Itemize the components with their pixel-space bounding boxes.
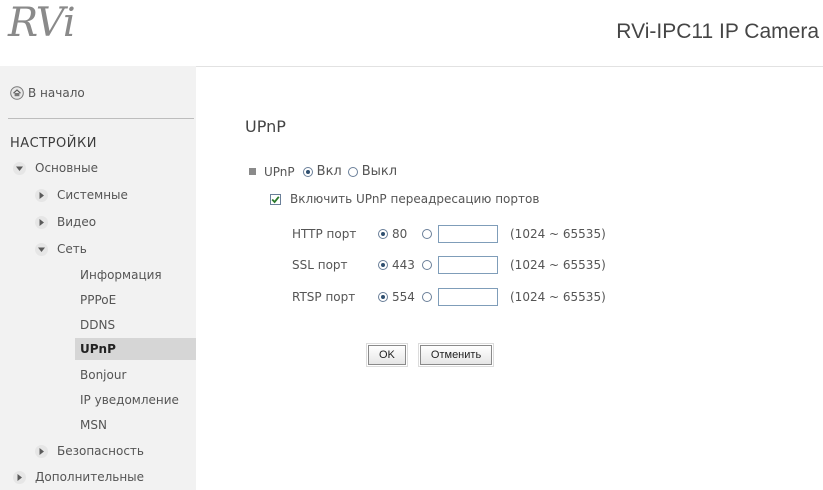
sidebar-item-video[interactable]: Видео (34, 211, 96, 233)
main-content: UPnP UPnP Вкл Выкл Включить UPnP переадр… (196, 66, 823, 490)
rtsp-port-input[interactable] (438, 288, 498, 306)
chevron-right-icon (13, 470, 26, 484)
port-forwarding-checkbox[interactable] (270, 193, 281, 205)
checkmark-icon (271, 195, 280, 203)
form-buttons: OK Отменить (366, 343, 495, 367)
sidebar-item-advanced[interactable]: Дополнительные (12, 466, 144, 488)
chevron-down-icon (35, 242, 48, 256)
rtsp-port-label: RTSP порт (292, 290, 356, 304)
upnp-label: UPnP (264, 164, 295, 179)
sidebar-item-security[interactable]: Безопасность (34, 440, 144, 462)
bullet-icon (249, 168, 256, 175)
port-forwarding-label: Включить UPnP переадресацию портов (290, 192, 540, 206)
chevron-right-icon (35, 215, 48, 229)
page-title: UPnP (245, 117, 286, 136)
http-port-row: HTTP порт 80 (1024 ~ 65535) (292, 225, 606, 243)
home-label: В начало (28, 86, 85, 100)
upnp-off-label: Выкл (361, 164, 398, 179)
chevron-right-icon (35, 188, 48, 202)
header: RVi RVi-IPC11 IP Camera (0, 0, 823, 67)
rtsp-port-row: RTSP порт 554 (1024 ~ 65535) (292, 288, 606, 306)
rtsp-custom-radio[interactable] (422, 292, 432, 302)
sidebar-item-pppoe[interactable]: PPPoE (80, 289, 116, 311)
sidebar-item-upnp[interactable]: UPnP (75, 338, 196, 360)
cancel-button[interactable]: Отменить (417, 343, 495, 367)
ssl-default-radio[interactable] (378, 260, 388, 270)
http-port-label: HTTP порт (292, 227, 357, 241)
rtsp-port-range: (1024 ~ 65535) (510, 290, 606, 304)
rtsp-default-radio[interactable] (378, 292, 388, 302)
sidebar-item-msn[interactable]: MSN (80, 414, 107, 436)
upnp-toggle-row: UPnP Вкл Выкл (249, 164, 397, 179)
rtsp-default-value: 554 (392, 290, 415, 304)
upnp-on-label: Вкл (316, 164, 342, 179)
ssl-port-row: SSL порт 443 (1024 ~ 65535) (292, 256, 606, 274)
http-custom-radio[interactable] (422, 229, 432, 239)
rvi-logo: RVi (8, 0, 76, 46)
product-title: RVi-IPC11 IP Camera (616, 20, 819, 43)
http-default-value: 80 (392, 227, 408, 241)
sidebar-item-ip-notify[interactable]: IP уведомление (80, 389, 179, 411)
ok-button[interactable]: OK (366, 343, 408, 367)
sidebar-item-basic[interactable]: Основные (12, 157, 98, 179)
home-link[interactable]: В начало (10, 82, 85, 104)
port-forwarding-row: Включить UPnP переадресацию портов (270, 192, 539, 206)
ssl-custom-radio[interactable] (422, 260, 432, 270)
sidebar: В начало НАСТРОЙКИ Основные Системные Ви… (0, 66, 196, 490)
chevron-right-icon (35, 444, 48, 458)
ssl-default-value: 443 (392, 258, 415, 272)
settings-section-title: НАСТРОЙКИ (10, 135, 97, 151)
ssl-port-range: (1024 ~ 65535) (510, 258, 606, 272)
http-default-radio[interactable] (378, 229, 388, 239)
upnp-on-radio[interactable] (302, 166, 313, 177)
http-port-range: (1024 ~ 65535) (510, 227, 606, 241)
sidebar-divider (8, 118, 194, 119)
ssl-port-label: SSL порт (292, 258, 348, 272)
http-port-input[interactable] (438, 225, 498, 243)
ssl-port-input[interactable] (438, 256, 498, 274)
sidebar-item-system[interactable]: Системные (34, 184, 128, 206)
chevron-down-icon (13, 161, 26, 175)
home-icon (10, 86, 24, 100)
upnp-off-radio[interactable] (347, 166, 358, 177)
sidebar-item-ddns[interactable]: DDNS (80, 314, 115, 336)
sidebar-item-bonjour[interactable]: Bonjour (80, 364, 126, 386)
sidebar-item-info[interactable]: Информация (80, 264, 162, 286)
sidebar-item-network[interactable]: Сеть (34, 238, 87, 260)
